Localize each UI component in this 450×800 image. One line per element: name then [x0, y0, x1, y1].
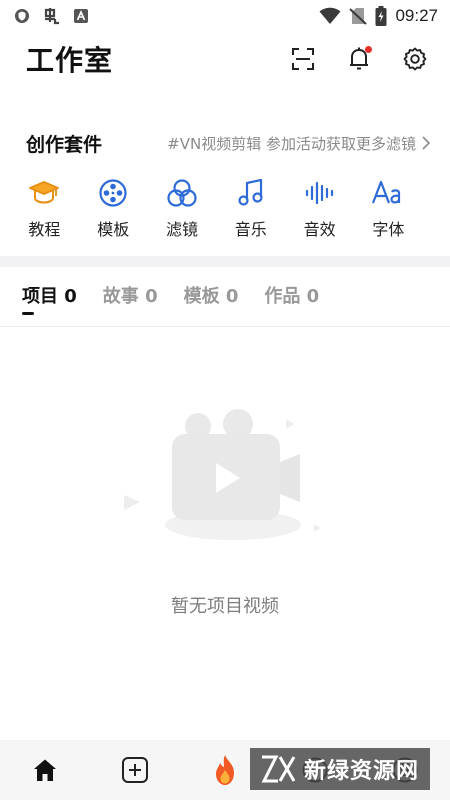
- tab-indicator: [22, 312, 34, 315]
- kit-item-filter[interactable]: 滤镜: [148, 176, 217, 246]
- promo-link[interactable]: #VN视频剪辑 参加活动获取更多滤镜: [167, 133, 430, 154]
- promo-text: #VN视频剪辑 参加活动获取更多滤镜: [167, 134, 416, 153]
- status-left-icons: [14, 6, 88, 26]
- kit-item-music[interactable]: 音乐: [216, 176, 285, 246]
- fire-icon: [216, 755, 234, 785]
- font-icon: [370, 176, 406, 210]
- watermark: 新绿资源网: [250, 748, 430, 790]
- scan-icon: [292, 48, 314, 70]
- sound-wave-icon: [302, 176, 338, 210]
- add-icon: [122, 757, 148, 783]
- kit-label: 音乐: [234, 220, 267, 239]
- creation-kit-header: 创作套件 #VN视频剪辑 参加活动获取更多滤镜: [26, 128, 430, 158]
- watermark-text: 新绿资源网: [304, 759, 420, 784]
- scan-button[interactable]: [290, 46, 316, 72]
- page-title: 工作室: [26, 44, 114, 77]
- nav-home[interactable]: [0, 740, 90, 800]
- shield-icon: [14, 8, 30, 24]
- settings-button[interactable]: [402, 46, 428, 72]
- app-header: 工作室: [0, 36, 450, 82]
- kit-label: 字体: [372, 220, 405, 239]
- film-reel-icon: [95, 176, 131, 210]
- kit-label: 模板: [97, 220, 130, 239]
- wifi-icon: [319, 7, 341, 25]
- battery-icon: [375, 6, 387, 26]
- home-icon: [34, 759, 56, 781]
- kit-item-font[interactable]: 字体: [354, 176, 423, 246]
- kit-label: 教程: [28, 220, 61, 239]
- app-icon: [42, 6, 62, 26]
- empty-state-text: 暂无项目视频: [171, 596, 279, 617]
- kit-item-sound-effect[interactable]: 音效: [285, 176, 354, 246]
- watermark-logo-icon: [261, 755, 296, 783]
- notifications-button[interactable]: [346, 46, 372, 72]
- tab-templates[interactable]: 模板 0: [184, 282, 239, 322]
- status-bar: 09:27: [0, 0, 450, 32]
- status-right-icons: 09:27: [319, 6, 438, 26]
- tab-stories[interactable]: 故事 0: [103, 282, 158, 322]
- nav-add[interactable]: [90, 740, 180, 800]
- creation-kit-title: 创作套件: [26, 133, 103, 156]
- section-divider: [0, 256, 450, 267]
- graduation-cap-icon: [26, 176, 62, 210]
- project-tabs: 项目 0 故事 0 模板 0 作品 0: [22, 282, 319, 322]
- a-badge-icon: [74, 9, 88, 23]
- music-note-icon: [233, 176, 269, 210]
- kit-item-template[interactable]: 模板: [79, 176, 148, 246]
- tab-projects[interactable]: 项目 0: [22, 282, 77, 322]
- creation-kit-grid: 教程 模板 滤镜 音乐 音效 字体: [10, 176, 440, 246]
- no-sim-icon: [349, 7, 368, 25]
- tabs-divider: [0, 326, 450, 327]
- gear-icon: [403, 47, 427, 71]
- kit-label: 滤镜: [165, 220, 198, 239]
- status-time: 09:27: [395, 6, 438, 25]
- tab-works[interactable]: 作品 0: [264, 282, 319, 322]
- header-actions: [290, 46, 428, 72]
- kit-item-tutorial[interactable]: 教程: [10, 176, 79, 246]
- chevron-right-icon: [422, 136, 430, 150]
- video-camera-icon: [118, 400, 328, 550]
- kit-label: 音效: [303, 220, 336, 239]
- notification-dot: [365, 46, 372, 53]
- filter-circles-icon: [164, 176, 200, 210]
